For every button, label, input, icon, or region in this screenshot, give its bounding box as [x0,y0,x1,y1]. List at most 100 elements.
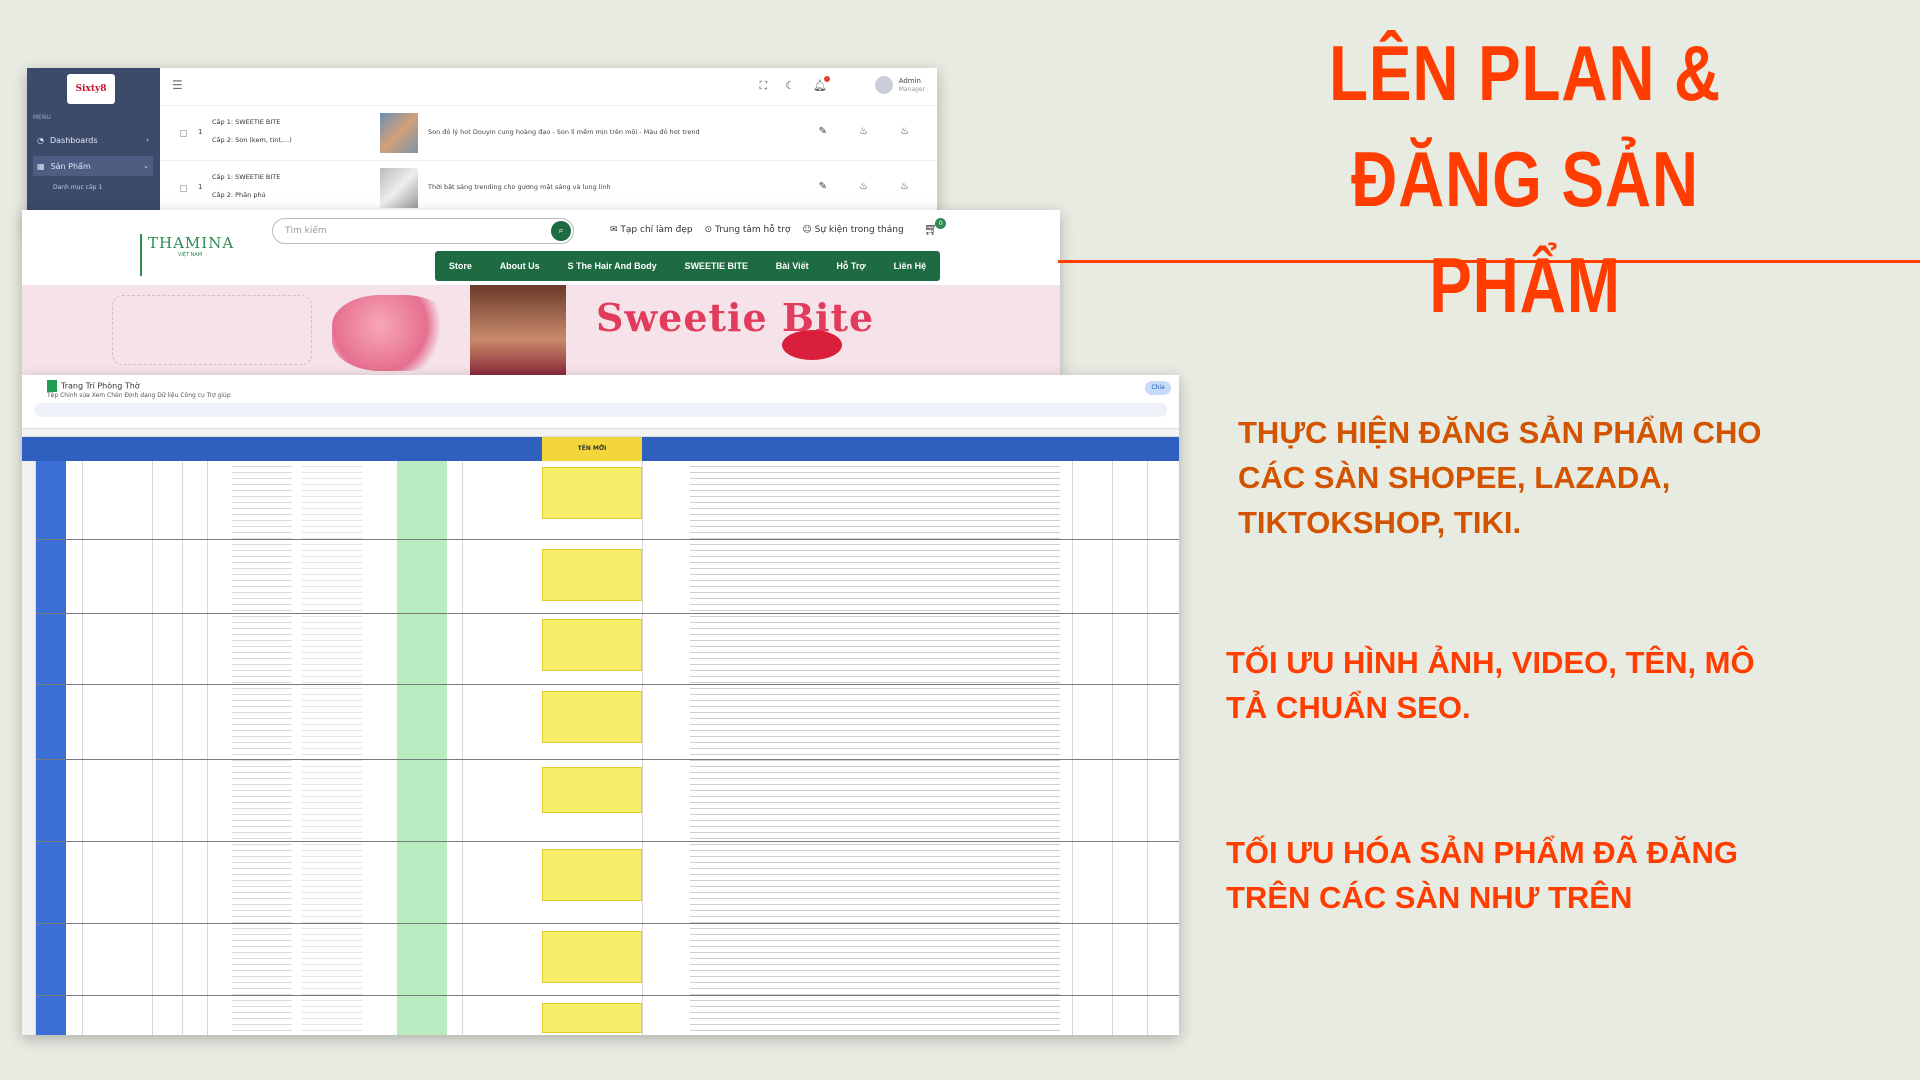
magazine-link[interactable]: ✉ Tạp chí làm đẹp [610,225,693,235]
promo-banner[interactable]: Sweetie Bite [22,285,1060,375]
sheet-title[interactable]: Trang Trí Phòng Thờ [47,380,140,392]
search-icon[interactable]: ⌕ [551,221,571,241]
description-column [690,461,1060,1035]
bullet-3-line-1: TỐI ƯU HÓA SẢN PHẨM ĐÃ ĐĂNG [1226,835,1738,870]
bullet-2-line-2: TẢ CHUẨN SEO. [1226,690,1471,725]
dashboard-icon: ◔ [37,135,44,145]
product-description: Son đỏ lý hot Douyin cung hoàng đạo - So… [428,128,700,136]
table-row[interactable]: 1 Cấp 1: SWEETIE BITE Cấp 2: Son (kem, t… [160,106,937,161]
row-divider [36,841,1179,842]
sidebar-item-label: Sản Phẩm [50,161,91,171]
row-category-1: Cấp 1: SWEETIE BITE [212,173,281,181]
shop-brand: THAMINA [148,234,235,252]
sheet-toolbar[interactable] [34,403,1167,417]
row-divider [36,539,1179,540]
row-number: 1 [198,128,203,136]
chevron-right-icon: › [146,136,149,144]
support-label: Trung tâm hỗ trợ [715,225,791,235]
fullscreen-icon[interactable]: ⛶ [759,79,767,93]
bullet-2-line-1: TỐI ƯU HÌNH ẢNH, VIDEO, TÊN, MÔ [1226,645,1755,680]
grid-line [1072,461,1073,1035]
edit-icon[interactable]: ✎ [819,126,827,137]
product-thumbnail [380,113,418,153]
row-checkbox[interactable] [180,130,187,137]
nav-contact[interactable]: Liên Hệ [894,261,927,271]
moon-icon[interactable]: ☾ [785,79,795,93]
nav-store[interactable]: Store [449,261,472,271]
fire-icon[interactable]: ♨ [859,181,868,192]
events-link[interactable]: ☺ Sự kiện trong tháng [802,225,903,235]
highlight-cell [542,1003,642,1033]
bullet-3-line-2: TRÊN CÁC SÀN NHƯ TRÊN [1226,880,1633,915]
flame-icon[interactable]: ♨ [900,181,909,192]
bullet-1-line-3: TIKTOKSHOP, TIKI. [1238,505,1522,540]
sidebar-subitem[interactable]: Danh mục cấp 1 [53,184,102,191]
powder-image [332,295,452,371]
stt-column [36,461,66,1035]
nav-posts[interactable]: Bài Viết [776,261,809,271]
bullet-2: TỐI ƯU HÌNH ẢNH, VIDEO, TÊN, MÔ TẢ CHUẨN… [1226,640,1755,730]
sidebar-item-label: Dashboards [49,135,98,145]
nav-sweetie-bite[interactable]: SWEETIE BITE [684,261,748,271]
shop-website-screenshot: THAMINA VIỆT NAM Tìm kiếm ⌕ ✉ Tạp chí là… [22,210,1060,375]
sheet-menubar[interactable]: Tệp Chỉnh sửa Xem Chèn Định dạng Dữ liệu… [47,392,231,399]
sheets-icon [47,380,57,392]
fire-icon[interactable]: ♨ [859,126,868,137]
sidebar-item-products[interactable]: ▦ Sản Phẩm ⌄ [33,156,153,176]
edit-icon[interactable]: ✎ [819,181,827,192]
cart-icon[interactable]: 🛒︎ 0 [924,218,947,236]
nav-support[interactable]: Hỗ Trợ [836,261,865,271]
spreadsheet-screenshot: Trang Trí Phòng Thờ Tệp Chỉnh sửa Xem Ch… [22,375,1179,1035]
shop-nav: Store About Us S The Hair And Body SWEET… [435,251,940,281]
menu-icon[interactable]: ☰ [172,78,183,92]
grid-line [1147,461,1148,1035]
support-link[interactable]: ⊙ Trung tâm hỗ trợ [705,225,791,235]
highlight-cell [542,849,642,901]
bell-icon[interactable]: 🔔︎ [813,76,830,93]
search-input[interactable]: Tìm kiếm ⌕ [272,218,574,244]
row-divider [36,684,1179,685]
row-category-1: Cấp 1: SWEETIE BITE [212,118,281,126]
shop-brand-sub: VIỆT NAM [177,252,203,258]
search-placeholder: Tìm kiếm [285,226,327,236]
sheet-grid[interactable]: TÊN MỚI [22,437,1179,1035]
highlight-header: TÊN MỚI [542,437,642,461]
highlight-cell [542,691,642,743]
sheet-title-text: Trang Trí Phòng Thờ [61,381,140,391]
grid-icon: ▦ [37,161,45,171]
nav-about[interactable]: About Us [500,261,540,271]
green-column [397,461,447,1035]
avatar [874,76,893,94]
highlight-cell [542,619,642,671]
cart-count: 0 [935,218,947,229]
divider-rule [1058,260,1920,263]
share-button[interactable]: Chia [1145,381,1171,395]
chevron-down-icon: ⌄ [143,162,149,170]
grid-line [82,461,83,1035]
row-category-2: Cấp 2: Son (kem, tint,...) [212,136,292,144]
row-divider [36,995,1179,996]
bullet-1-line-2: CÁC SÀN SHOPEE, LAZADA, [1238,460,1671,495]
lips-image [782,330,842,360]
highlight-cell [542,549,642,601]
table-row[interactable]: 1 Cấp 1: SWEETIE BITE Cấp 2: Phấn phủ Th… [160,161,937,216]
row-category-2: Cấp 2: Phấn phủ [212,191,266,199]
sku-column [232,461,292,1035]
flame-icon[interactable]: ♨ [900,126,909,137]
grid-line [1112,461,1113,1035]
headline-line-1: LÊN PLAN & [1329,29,1721,117]
row-number: 1 [198,183,203,191]
row-checkbox[interactable] [180,185,187,192]
nav-hair-body[interactable]: S The Hair And Body [567,261,656,271]
admin-topbar: ☰ ⛶ ☾ 🔔︎ Admin Manager [160,68,937,106]
highlight-cell [542,767,642,813]
product-description: Thời bật sáng trending cho gương mặt sán… [428,183,611,191]
bullet-1-line-1: THỰC HIỆN ĐĂNG SẢN PHẨM CHO [1238,415,1762,450]
banner-decoration [112,295,312,365]
model-image [470,285,566,375]
user-menu[interactable]: Admin Manager [874,76,925,94]
shop-logo[interactable]: THAMINA VIỆT NAM [140,234,238,276]
formula-bar[interactable] [22,419,1179,429]
price-column [302,461,362,1035]
sidebar-item-dashboards[interactable]: ◔ Dashboards › [33,130,153,150]
